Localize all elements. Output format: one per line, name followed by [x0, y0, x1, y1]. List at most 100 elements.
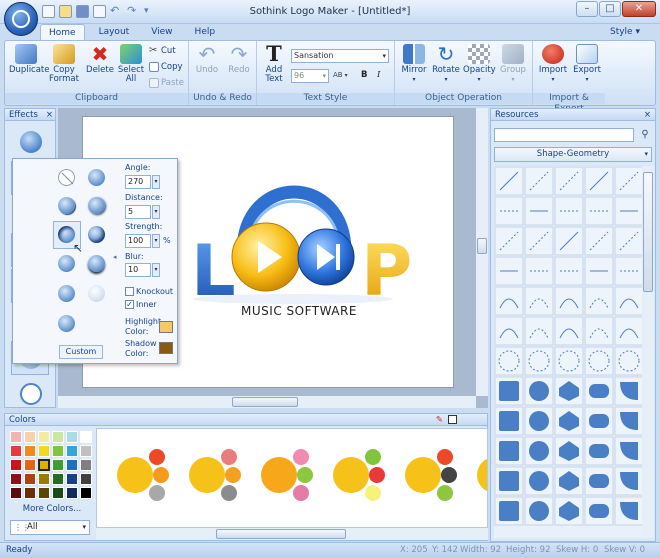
shadow-color-swatch[interactable] [159, 342, 173, 354]
style-menu[interactable]: Style ▾ [610, 27, 640, 37]
palette-swatch[interactable] [66, 473, 78, 485]
canvas-horizontal-scrollbar[interactable] [58, 396, 476, 408]
palette-swatch[interactable] [24, 445, 36, 457]
preset-shadow-1[interactable] [88, 169, 105, 186]
blur-input[interactable]: 10 [125, 263, 151, 277]
paste-button[interactable]: Paste [149, 78, 184, 88]
scroll-thumb[interactable] [643, 172, 653, 292]
palette-swatch[interactable] [38, 431, 50, 443]
palette-swatch[interactable] [38, 445, 50, 457]
custom-button[interactable]: Custom [59, 345, 103, 359]
palette-swatch[interactable] [10, 473, 22, 485]
maximize-button[interactable]: □ [599, 1, 621, 17]
font-size-select[interactable]: 96 ▾ [291, 69, 329, 83]
group-button[interactable]: Group ▾ [497, 44, 529, 84]
inner-checkbox[interactable]: ✓ Inner [125, 300, 157, 309]
strength-dropdown[interactable]: ▾ [152, 234, 160, 248]
palette-swatch[interactable] [10, 431, 22, 443]
resource-scrollbar[interactable] [642, 166, 654, 538]
palette-swatch[interactable] [52, 459, 64, 471]
opacity-button[interactable]: Opacity ▾ [463, 44, 496, 84]
preset-shadow-4[interactable] [88, 226, 105, 243]
tab-home[interactable]: Home [40, 24, 85, 40]
tab-view[interactable]: View [143, 24, 180, 40]
mirror-button[interactable]: Mirror ▾ [399, 44, 429, 84]
eyedropper-icon[interactable]: ✎ [436, 414, 443, 426]
redo-button[interactable]: ↷ Redo [225, 44, 253, 75]
copy-button[interactable]: Copy [149, 62, 183, 72]
highlight-color-swatch[interactable] [159, 321, 173, 333]
palette-swatch[interactable] [52, 487, 64, 499]
strength-input[interactable]: 100 [125, 234, 151, 248]
preset-shadow-3[interactable] [88, 197, 105, 214]
palette-swatch[interactable] [66, 487, 78, 499]
import-button[interactable]: Import ▾ [537, 44, 569, 84]
duplicate-button[interactable]: Duplicate [9, 44, 50, 75]
color-scheme-scrollbar[interactable] [96, 528, 488, 540]
palette-swatch[interactable] [80, 431, 92, 443]
close-icon[interactable]: × [46, 109, 53, 121]
preset-shadow-9[interactable] [58, 315, 75, 332]
char-spacing-button[interactable]: AB ▾ [333, 71, 348, 79]
bold-button[interactable]: B [361, 70, 367, 80]
export-button[interactable]: Export ▾ [571, 44, 603, 84]
close-button[interactable]: ✕ [622, 1, 656, 17]
more-colors-link[interactable]: More Colors... [10, 504, 94, 514]
scroll-thumb[interactable] [232, 397, 298, 407]
scroll-thumb[interactable] [477, 238, 487, 254]
palette-swatch[interactable] [80, 487, 92, 499]
angle-input[interactable]: 270 [125, 175, 151, 189]
palette-swatch[interactable] [66, 431, 78, 443]
palette-swatch[interactable] [10, 445, 22, 457]
preset-shadow-8[interactable] [88, 285, 105, 302]
palette-swatch[interactable] [52, 445, 64, 457]
distance-dropdown[interactable]: ▾ [152, 205, 160, 219]
preset-shadow-2[interactable] [58, 197, 75, 214]
knockout-checkbox[interactable]: Knockout [125, 287, 173, 296]
app-menu-button[interactable] [4, 2, 38, 36]
preset-none-icon[interactable] [58, 169, 75, 186]
palette-swatch[interactable] [24, 431, 36, 443]
palette-swatch[interactable] [66, 459, 78, 471]
palette-swatch[interactable] [24, 487, 36, 499]
italic-button[interactable]: I [377, 70, 380, 80]
add-text-button[interactable]: T Add Text [261, 43, 287, 84]
palette-swatch[interactable] [24, 459, 36, 471]
palette-swatch[interactable] [80, 473, 92, 485]
shape-thumbnails[interactable] [494, 166, 642, 538]
palette-swatch[interactable] [52, 431, 64, 443]
resource-category-select[interactable]: Shape-Geometry ▾ [494, 147, 652, 162]
copy-format-button[interactable]: Copy Format [49, 44, 79, 84]
preset-shadow-7[interactable] [58, 285, 75, 302]
tab-help[interactable]: Help [187, 24, 224, 40]
blur-dropdown[interactable]: ▾ [152, 263, 160, 277]
color-schemes[interactable] [97, 429, 488, 528]
select-all-button[interactable]: Select All [117, 44, 145, 84]
palette-swatch[interactable] [66, 445, 78, 457]
minimize-button[interactable]: – [576, 1, 598, 17]
palette-swatch[interactable] [52, 473, 64, 485]
rotate-button[interactable]: ↻ Rotate ▾ [431, 44, 461, 84]
distance-input[interactable]: 5 [125, 205, 151, 219]
palette-swatch[interactable] [38, 459, 50, 471]
tab-layout[interactable]: Layout [91, 24, 138, 40]
palette-swatch[interactable] [10, 487, 22, 499]
palette-swatch[interactable] [38, 487, 50, 499]
cut-button[interactable]: ✂ Cut [149, 46, 176, 57]
close-icon[interactable]: × [644, 109, 651, 121]
palette-swatch[interactable] [80, 445, 92, 457]
palette-swatch[interactable] [24, 473, 36, 485]
resource-search-input[interactable] [494, 128, 634, 142]
font-select[interactable]: Sansation ▾ [291, 49, 389, 63]
search-icon[interactable]: ⚲ [638, 128, 652, 142]
effect-none[interactable] [11, 125, 49, 159]
palette-swatch[interactable] [38, 473, 50, 485]
canvas-vertical-scrollbar[interactable] [476, 108, 488, 396]
preset-shadow-6[interactable] [88, 255, 105, 272]
delete-button[interactable]: ✖ Delete [85, 44, 115, 75]
undo-button[interactable]: ↶ Undo [193, 44, 221, 75]
no-color-swatch[interactable] [448, 415, 457, 424]
scroll-thumb[interactable] [216, 529, 346, 539]
effect-stroke[interactable] [11, 377, 49, 411]
preset-shadow-5[interactable] [58, 255, 75, 272]
